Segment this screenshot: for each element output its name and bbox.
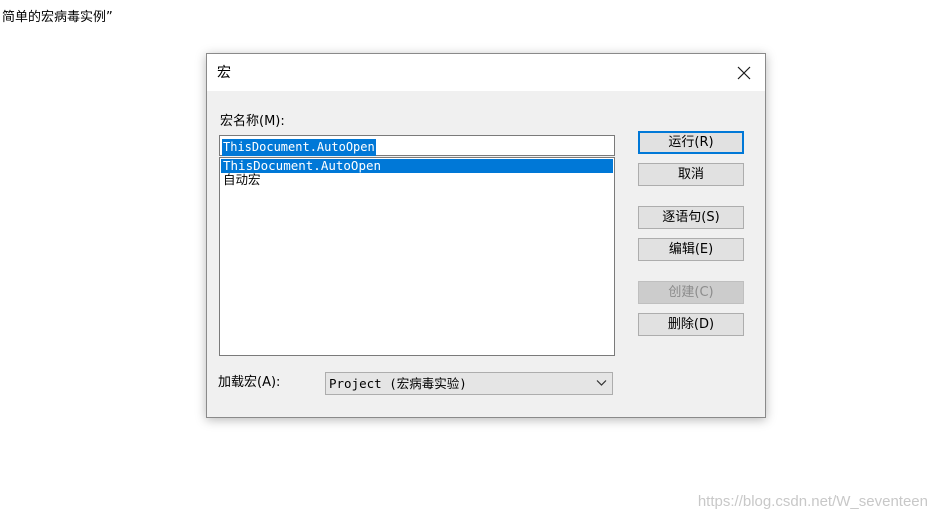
load-macro-label: 加载宏(A): — [218, 375, 281, 390]
list-item[interactable]: 自动宏 — [221, 173, 613, 187]
cancel-button[interactable]: 取消 — [638, 163, 744, 186]
chevron-down-icon — [596, 380, 607, 386]
dialog-title: 宏 — [217, 65, 231, 81]
list-item[interactable]: ThisDocument.AutoOpen — [221, 159, 613, 173]
create-button[interactable]: 创建(C) — [638, 281, 744, 304]
step-into-button[interactable]: 逐语句(S) — [638, 206, 744, 229]
page-caption: 简单的宏病毒实例” — [2, 10, 113, 25]
load-macro-select-value: Project (宏病毒实验) — [329, 376, 467, 391]
macro-dialog: 宏 宏名称(M): ThisDocument.AutoOpen ThisDocu… — [206, 53, 766, 418]
macro-name-label: 宏名称(M): — [220, 114, 285, 129]
run-button[interactable]: 运行(R) — [638, 131, 744, 154]
macro-list[interactable]: ThisDocument.AutoOpen 自动宏 — [219, 157, 615, 356]
edit-button[interactable]: 编辑(E) — [638, 238, 744, 261]
macro-name-input-value: ThisDocument.AutoOpen — [222, 139, 376, 156]
delete-button[interactable]: 删除(D) — [638, 313, 744, 336]
close-button[interactable] — [727, 56, 761, 89]
dialog-titlebar: 宏 — [207, 54, 765, 91]
watermark: https://blog.csdn.net/W_seventeen — [697, 493, 928, 510]
load-macro-select[interactable]: Project (宏病毒实验) — [325, 372, 613, 395]
macro-name-input[interactable]: ThisDocument.AutoOpen — [219, 135, 615, 156]
close-icon — [737, 66, 751, 80]
